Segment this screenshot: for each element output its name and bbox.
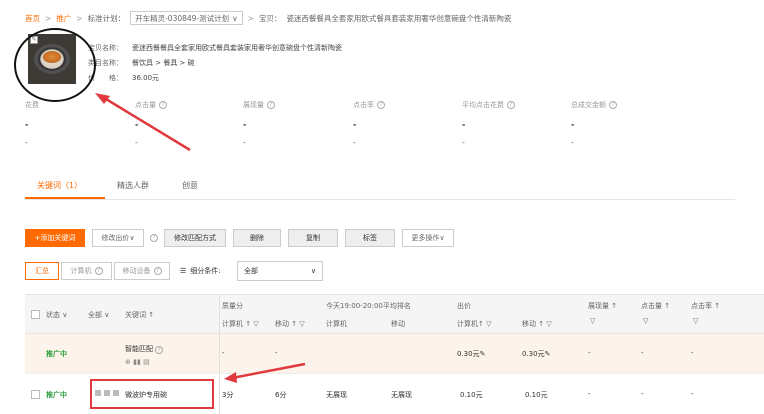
arrowhead-icon: [224, 372, 237, 383]
arrowhead-icon: [95, 93, 110, 104]
annotation-arrow-bottom: [231, 362, 306, 380]
annotation-arrows: [95, 93, 306, 383]
annotation-arrow-top: [100, 94, 191, 152]
